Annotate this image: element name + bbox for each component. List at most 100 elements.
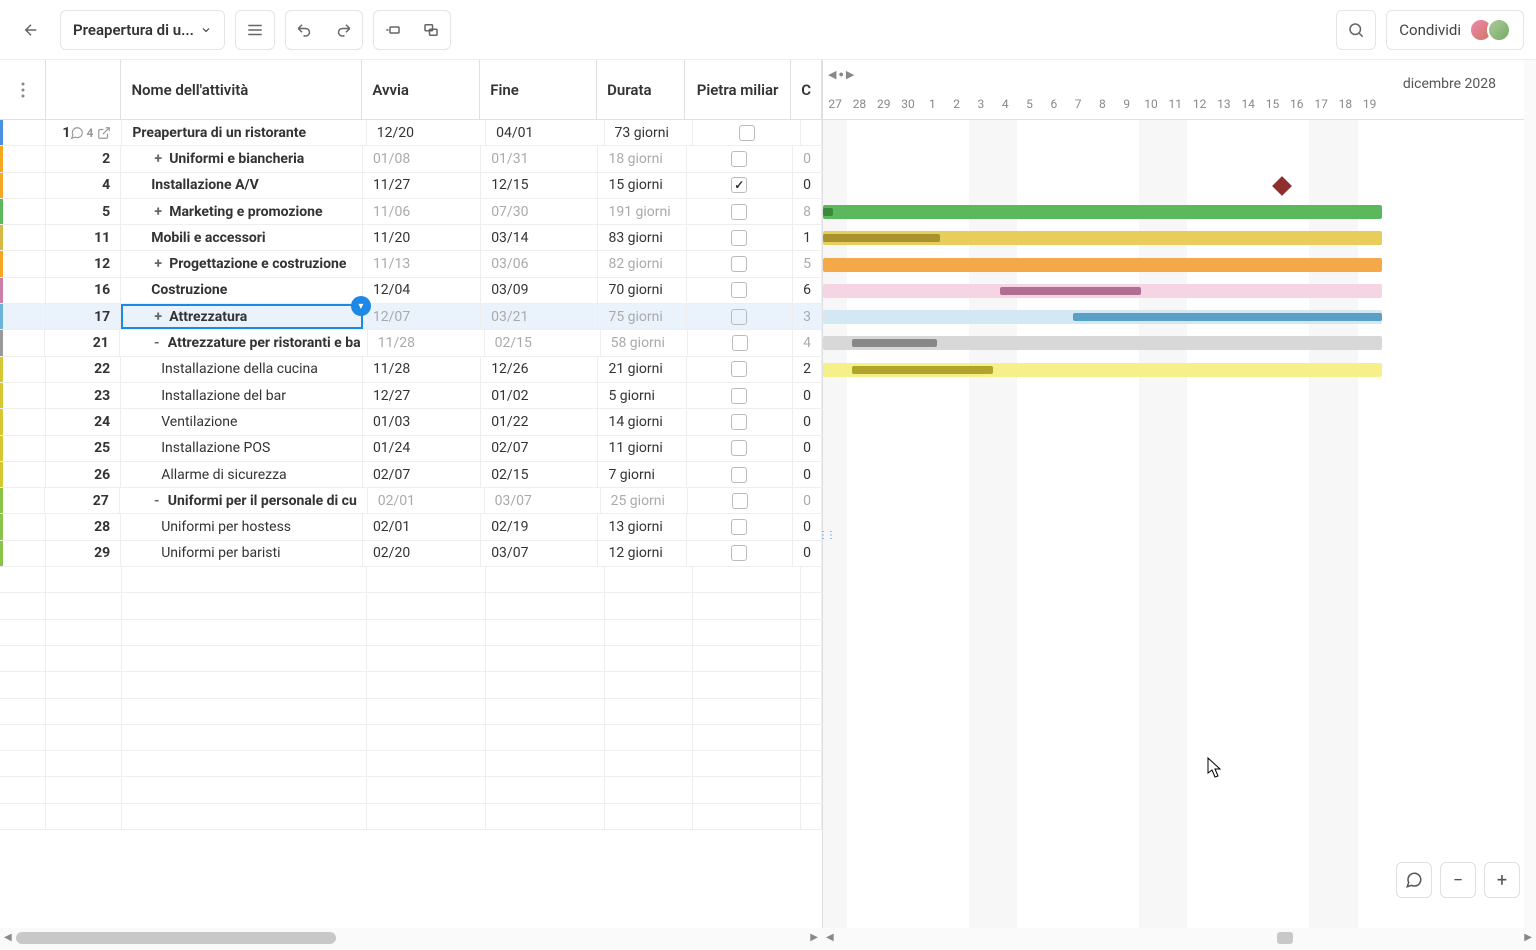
table-row[interactable]: 27 -Uniformi per il personale di cu 02/0… (0, 488, 822, 514)
gantt-bar[interactable] (823, 284, 1382, 298)
milestone-checkbox[interactable] (731, 545, 747, 561)
scroll-right-icon[interactable]: ▶ (1524, 932, 1532, 943)
sheet-title-selector[interactable]: Preapertura di u... (60, 10, 225, 50)
gantt-bar[interactable] (823, 258, 1382, 272)
gantt-bar-progress (852, 339, 937, 347)
col-header-name[interactable]: Nome dell'attività (121, 60, 362, 119)
milestone-checkbox[interactable] (731, 440, 747, 456)
table-row[interactable]: 16 Costruzione 12/04 03/09 70 giorni 6 (0, 278, 822, 304)
milestone-checkbox[interactable] (731, 230, 747, 246)
indent-button[interactable] (374, 11, 412, 49)
table-row-empty[interactable] (0, 620, 822, 646)
milestone-checkbox[interactable] (731, 519, 747, 535)
table-row[interactable]: 24 Ventilazione 01/03 01/22 14 giorni 0 (0, 409, 822, 435)
milestone-checkbox[interactable] (731, 309, 747, 325)
milestone-checkbox[interactable] (739, 125, 755, 141)
gantt-day: 2 (944, 89, 968, 119)
milestone-checkbox[interactable] (731, 204, 747, 220)
expand-toggle[interactable]: + (151, 204, 165, 220)
table-row[interactable]: 22 Installazione della cucina 11/28 12/2… (0, 357, 822, 383)
table-row[interactable]: 4 Installazione A/V 11/27 12/15 15 giorn… (0, 173, 822, 199)
table-row[interactable]: 12 +Progettazione e costruzione 11/13 03… (0, 251, 822, 277)
hscroll-left[interactable]: ◀ ▶ (0, 928, 822, 950)
milestone-checkbox[interactable] (732, 493, 748, 509)
table-row-empty[interactable] (0, 646, 822, 672)
end-date: 04/01 (496, 125, 533, 141)
end-date: 03/14 (491, 230, 528, 246)
table-row[interactable]: 28 Uniformi per hostess 02/01 02/19 13 g… (0, 514, 822, 540)
table-row[interactable]: 23 Installazione del bar 12/27 01/02 5 g… (0, 383, 822, 409)
gantt-nav[interactable]: ◀ ● ▶ (827, 68, 855, 81)
expand-toggle[interactable]: + (151, 151, 165, 167)
gantt-bar[interactable] (823, 231, 1382, 245)
milestone-checkbox[interactable] (731, 388, 747, 404)
table-row[interactable]: 25 Installazione POS 01/24 02/07 11 gior… (0, 436, 822, 462)
scroll-right-icon[interactable]: ▶ (810, 932, 818, 943)
milestone-checkbox[interactable] (731, 282, 747, 298)
table-row-empty[interactable] (0, 725, 822, 751)
table-row[interactable]: 11 Mobili e accessori 11/20 03/14 83 gio… (0, 225, 822, 251)
col-header-end[interactable]: Fine (480, 60, 597, 119)
table-row[interactable]: 5 +Marketing e promozione 11/06 07/30 19… (0, 199, 822, 225)
milestone-checkbox[interactable] (731, 151, 747, 167)
scroll-left-icon[interactable]: ◀ (4, 932, 12, 943)
undo-button[interactable] (286, 11, 324, 49)
milestone-checkbox[interactable] (731, 467, 747, 483)
row-menu-header[interactable] (0, 60, 46, 119)
expand-toggle[interactable]: + (151, 309, 165, 325)
table-row-empty[interactable] (0, 751, 822, 777)
hscroll-right[interactable]: ◀ ▶ (822, 928, 1536, 950)
outdent-button[interactable] (412, 11, 450, 49)
table-row-empty[interactable] (0, 699, 822, 725)
gantt-body[interactable] (823, 120, 1536, 928)
external-link-icon[interactable] (97, 126, 111, 140)
table-row[interactable]: 17 ▾+Attrezzatura 12/07 03/21 75 giorni … (0, 304, 822, 330)
share-button[interactable]: Condividi (1386, 10, 1524, 50)
table-row-empty[interactable] (0, 777, 822, 803)
start-date: 02/01 (373, 519, 410, 535)
table-row[interactable]: 21 -Attrezzature per ristoranti e ba 11/… (0, 330, 822, 356)
scroll-thumb[interactable] (1277, 932, 1293, 944)
table-row-empty[interactable] (0, 672, 822, 698)
scroll-left-icon[interactable]: ◀ (826, 932, 834, 943)
gantt-prev-icon[interactable]: ◀ (827, 68, 837, 81)
pane-resize-handle[interactable]: ⋮⋮ (818, 530, 834, 541)
gantt-bar-progress (823, 234, 940, 242)
milestone-checkbox[interactable] (731, 361, 747, 377)
milestone-checkbox[interactable] (731, 414, 747, 430)
expand-toggle[interactable]: - (150, 335, 164, 351)
milestone-checkbox[interactable] (731, 256, 747, 272)
col-header-start[interactable]: Avvia (362, 60, 480, 119)
gantt-next-icon[interactable]: ▶ (845, 68, 855, 81)
gantt-bar[interactable] (823, 205, 1382, 219)
task-name: Mobili e accessori (151, 230, 265, 246)
table-row-empty[interactable] (0, 567, 822, 593)
zoom-out-button[interactable]: − (1440, 862, 1476, 898)
col-header-extra[interactable]: C (791, 60, 822, 119)
redo-button[interactable] (324, 11, 362, 49)
menu-button[interactable] (236, 11, 274, 49)
gantt-bar[interactable] (823, 310, 1382, 324)
cell-fill-handle[interactable]: ▾ (351, 296, 371, 316)
vscroll[interactable] (1524, 60, 1536, 928)
comment-indicator[interactable]: 4 (70, 126, 93, 140)
zoom-in-button[interactable]: + (1484, 862, 1520, 898)
col-header-duration[interactable]: Durata (597, 60, 685, 119)
milestone-checkbox[interactable] (731, 177, 747, 193)
table-row-empty[interactable] (0, 593, 822, 619)
gantt-bar[interactable] (823, 363, 1382, 377)
expand-toggle[interactable]: - (150, 493, 164, 509)
table-row[interactable]: 26 Allarme di sicurezza 02/07 02/15 7 gi… (0, 462, 822, 488)
comments-button[interactable] (1396, 862, 1432, 898)
table-row-empty[interactable] (0, 804, 822, 830)
table-row[interactable]: 29 Uniformi per baristi 02/20 03/07 12 g… (0, 541, 822, 567)
gantt-bar[interactable] (823, 336, 1382, 350)
col-header-milestone[interactable]: Pietra miliar (685, 60, 791, 119)
table-row[interactable]: 2 +Uniformi e biancheria 01/08 01/31 18 … (0, 146, 822, 172)
scroll-thumb[interactable] (16, 932, 336, 944)
back-button[interactable] (12, 11, 50, 49)
search-button[interactable] (1337, 11, 1375, 49)
milestone-checkbox[interactable] (732, 335, 748, 351)
table-row[interactable]: 14 Preapertura di un ristorante 12/20 04… (0, 120, 822, 146)
expand-toggle[interactable]: + (151, 256, 165, 272)
